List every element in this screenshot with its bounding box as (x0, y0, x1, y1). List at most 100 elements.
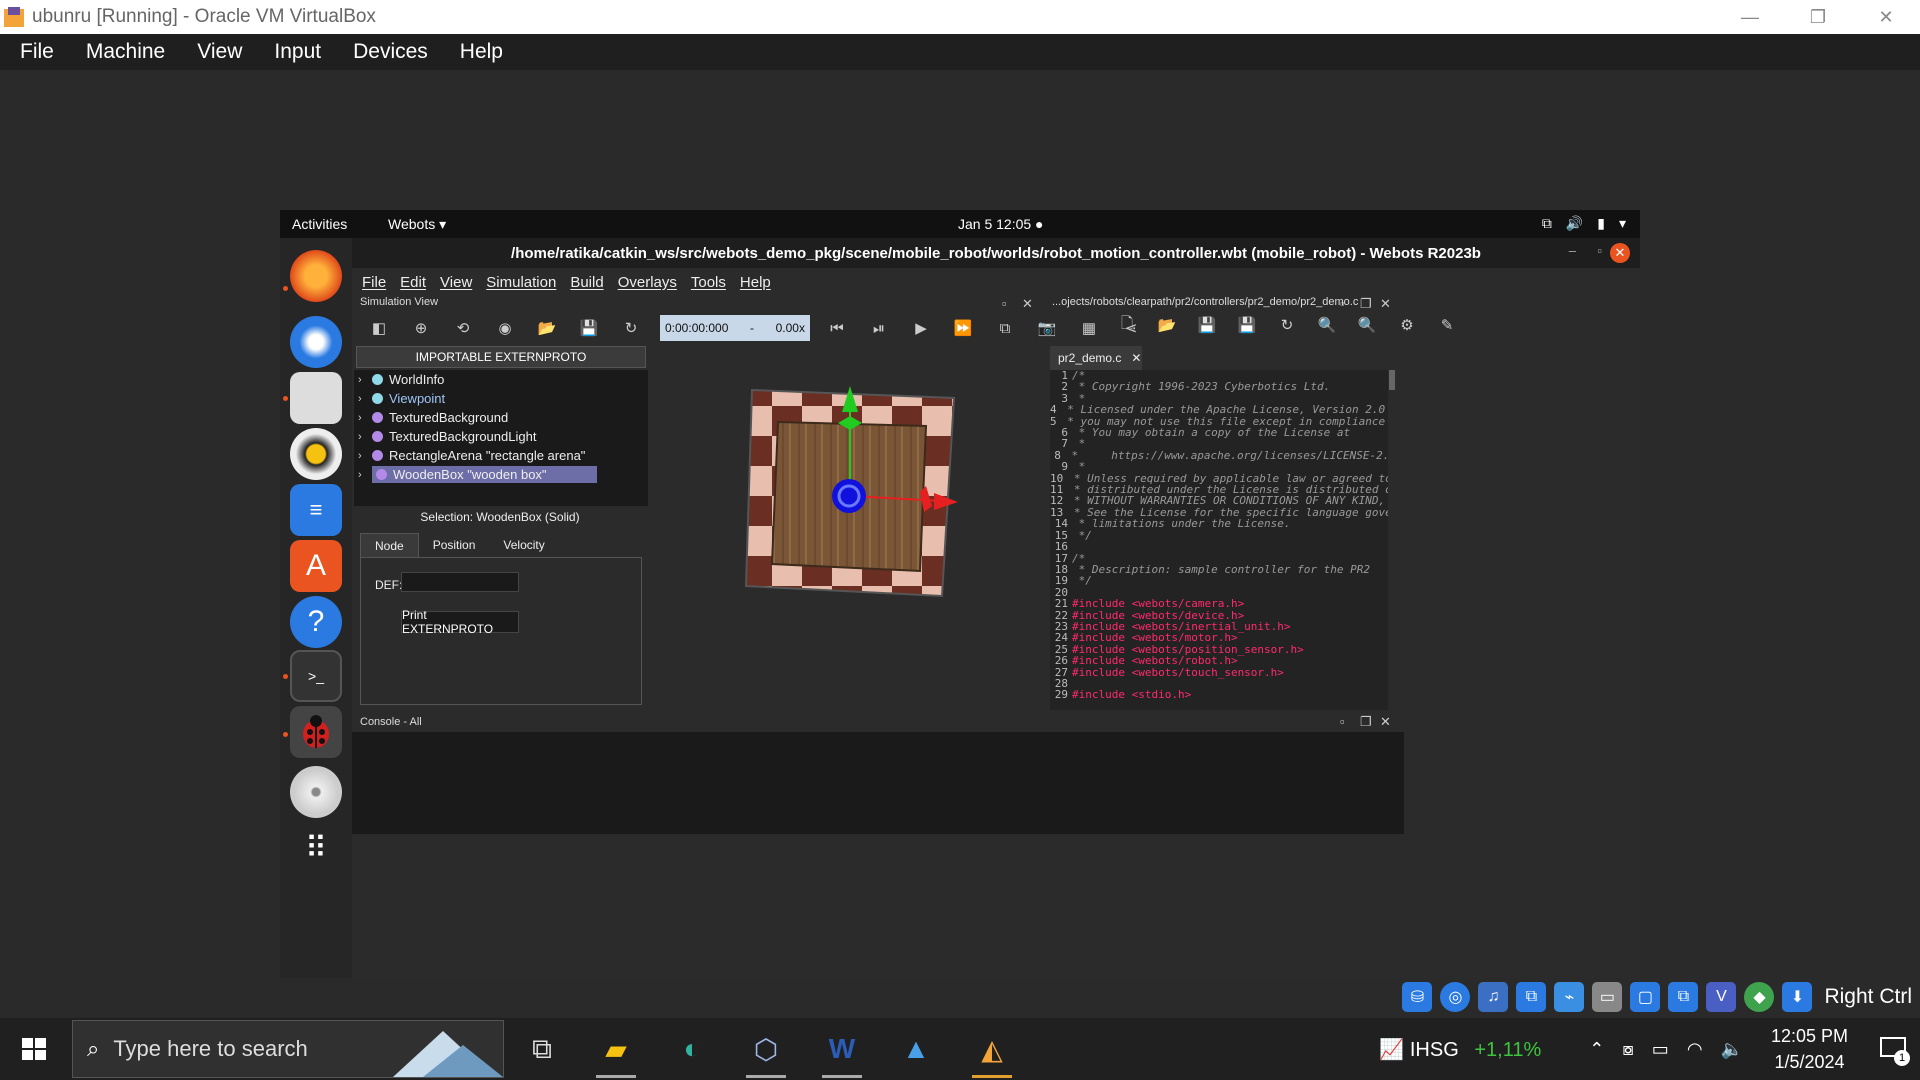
files-icon[interactable] (290, 372, 342, 424)
add-node-icon[interactable]: ⊕ (406, 315, 436, 341)
editor-float-button[interactable]: ▫ (1340, 296, 1345, 311)
save-as-icon[interactable]: 💾 (1232, 312, 1262, 338)
sim-view-close-button[interactable]: ✕ (1022, 296, 1033, 312)
webots-menu-help[interactable]: Help (740, 274, 771, 291)
screenshot-camera-icon[interactable]: 📷 (1032, 315, 1062, 341)
windows-start-icon[interactable] (14, 1032, 54, 1066)
terminal-icon[interactable]: >_ (290, 650, 342, 702)
file-explorer-icon[interactable]: ▰ (590, 1026, 642, 1078)
webots-minimize-button[interactable]: – (1569, 243, 1576, 258)
vbox-vm-taskbar-icon[interactable]: ◭ (966, 1026, 1018, 1078)
clean-brush-icon[interactable]: ✎ (1432, 312, 1462, 338)
console-maximize-button[interactable]: ❐ (1360, 714, 1372, 730)
video-capture-icon[interactable]: ⧉ (1668, 982, 1699, 1012)
webots-menu-simulation[interactable]: Simulation (486, 274, 556, 291)
reload-world-icon[interactable]: ↻ (616, 315, 646, 341)
audio-icon[interactable]: ♫ (1478, 982, 1509, 1012)
minimize-button[interactable]: — (1716, 0, 1784, 34)
build-gear-icon[interactable]: ⚙ (1392, 312, 1422, 338)
tree-item-viewpoint[interactable]: › Viewpoint (354, 389, 648, 408)
display-icon[interactable]: ▢ (1630, 982, 1661, 1012)
stock-widget[interactable]: 📈 IHSG +1,11% (1379, 1037, 1541, 1062)
menu-view[interactable]: View (197, 40, 242, 64)
find-icon[interactable]: 🔍 (1312, 312, 1342, 338)
gnome-clock[interactable]: Jan 5 12:05 ● (958, 216, 1044, 232)
gnome-system-tray[interactable]: ⧉ 🔊 ▮ ▾ (1542, 215, 1626, 232)
firefox-icon[interactable] (290, 250, 342, 302)
webots-menu-tools[interactable]: Tools (691, 274, 726, 291)
taskbar-clock[interactable]: 12:05 PM 1/5/2024 (1771, 1023, 1848, 1075)
webots-menu-edit[interactable]: Edit (400, 274, 426, 291)
view-eye-icon[interactable]: ◉ (490, 315, 520, 341)
webots-menu-build[interactable]: Build (570, 274, 603, 291)
help-icon[interactable]: ? (290, 596, 342, 648)
host-key-label[interactable]: Right Ctrl (1824, 985, 1912, 1009)
virtualbox-taskbar-icon[interactable]: ⬡ (740, 1026, 792, 1078)
meet-now-icon[interactable]: ⧇ (1622, 1039, 1633, 1060)
expand-chevron-icon[interactable]: › (358, 450, 372, 462)
expand-chevron-icon[interactable]: › (358, 374, 372, 386)
print-externproto-button[interactable]: Print EXTERNPROTO (401, 608, 519, 636)
libreoffice-writer-icon[interactable]: ≡ (290, 484, 342, 536)
webots-menu-file[interactable]: File (362, 274, 386, 291)
record-movie-icon[interactable]: ▦ (1074, 315, 1104, 341)
editor-close-button[interactable]: ✕ (1380, 296, 1391, 312)
activities-button[interactable]: Activities (292, 216, 347, 232)
menu-devices[interactable]: Devices (353, 40, 428, 64)
hard-disk-icon[interactable]: ⛁ (1402, 982, 1433, 1012)
code-editor[interactable]: 1/* 2 * Copyright 1996-2023 Cyberbotics L… (1050, 370, 1396, 710)
def-input[interactable] (401, 572, 519, 592)
sim-view-float-button[interactable]: ▫ (1002, 296, 1007, 311)
restore-button[interactable]: ❐ (1784, 0, 1852, 34)
webots-menu-overlays[interactable]: Overlays (618, 274, 677, 291)
menu-file[interactable]: File (20, 40, 54, 64)
app-menu-webots[interactable]: Webots ▾ (388, 216, 446, 233)
tab-velocity[interactable]: Velocity (489, 533, 558, 557)
editor-maximize-button[interactable]: ❐ (1360, 296, 1372, 312)
thunderbird-icon[interactable] (290, 316, 342, 368)
reset-simulation-icon[interactable]: ⏮ (822, 315, 852, 341)
play-icon[interactable]: ▶ (906, 315, 936, 341)
save-world-icon[interactable]: 💾 (574, 315, 604, 341)
tab-node[interactable]: Node (360, 533, 419, 557)
expand-chevron-icon[interactable]: › (358, 431, 372, 443)
revert-icon[interactable]: ↻ (1272, 312, 1302, 338)
console-output[interactable] (352, 732, 1404, 834)
replace-icon[interactable]: 🔍 (1352, 312, 1382, 338)
notification-center-icon[interactable]: 1 (1878, 1034, 1910, 1066)
wifi-icon[interactable]: ◠ (1687, 1039, 1703, 1060)
usb-icon[interactable]: ⌁ (1554, 982, 1585, 1012)
rendering-toggle-icon[interactable]: ⧉ (990, 315, 1020, 341)
network-adapter-icon[interactable]: ⧉ (1516, 982, 1547, 1012)
rhythmbox-icon[interactable] (290, 428, 342, 480)
menu-help[interactable]: Help (460, 40, 503, 64)
tree-item-texturedbackgroundlight[interactable]: › TexturedBackgroundLight (354, 427, 648, 446)
new-file-icon[interactable]: 🗋 (1112, 312, 1142, 338)
menu-input[interactable]: Input (274, 40, 321, 64)
importable-externproto-header[interactable]: IMPORTABLE EXTERNPROTO (356, 346, 646, 368)
tree-item-rectanglearena[interactable]: › RectangleArena "rectangle arena" (354, 446, 648, 465)
shared-folders-icon[interactable]: ▭ (1592, 982, 1623, 1012)
virtualization-icon[interactable]: V (1706, 982, 1737, 1012)
dvd-icon[interactable] (290, 766, 342, 818)
webots-close-button[interactable]: ✕ (1610, 243, 1630, 263)
fast-forward-icon[interactable]: ⏩ (948, 315, 978, 341)
tab-position[interactable]: Position (419, 533, 490, 557)
app-center-icon[interactable]: A (290, 540, 342, 592)
close-tab-icon[interactable]: ✕ (1131, 351, 1141, 365)
open-file-icon[interactable]: 📂 (1152, 312, 1182, 338)
show-apps-grid-icon[interactable]: ⠿ (290, 822, 342, 874)
console-float-button[interactable]: ▫ (1340, 714, 1345, 729)
webots-maximize-button[interactable]: ▫ (1597, 243, 1602, 258)
3d-viewport[interactable] (652, 346, 1046, 712)
edge-browser-icon[interactable]: ◐ (666, 1026, 718, 1072)
speaker-icon[interactable]: 🔈 (1721, 1039, 1743, 1060)
task-view-icon[interactable]: ⧉ (516, 1026, 568, 1072)
close-button[interactable]: ✕ (1852, 0, 1920, 34)
tree-item-woodenbox[interactable]: › WoodenBox "wooden box" (354, 465, 648, 484)
show-hidden-icons-chevron-icon[interactable]: ⌃ (1589, 1039, 1604, 1060)
expand-chevron-icon[interactable]: › (358, 412, 372, 424)
word-icon[interactable]: W (816, 1026, 868, 1078)
optical-drive-icon[interactable]: ◎ (1440, 982, 1471, 1012)
webots-menu-view[interactable]: View (440, 274, 472, 291)
